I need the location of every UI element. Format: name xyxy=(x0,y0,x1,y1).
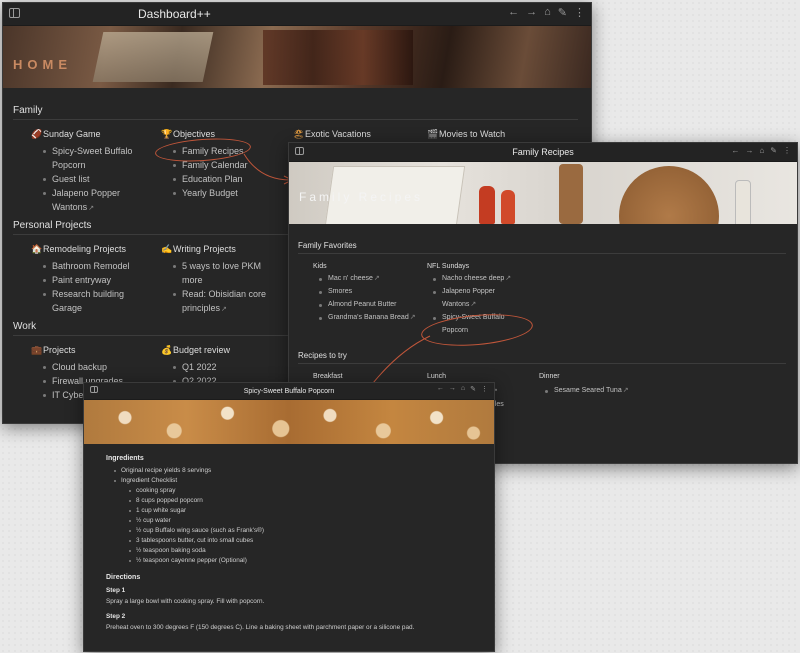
dashboard-titlebar: Dashboard++ ← → ⌂ ✎ ⋮ xyxy=(3,3,591,26)
more-icon[interactable]: ⋮ xyxy=(481,385,488,393)
list-item[interactable]: Spicy-Sweet Buffalo Popcorn xyxy=(43,144,141,172)
recipe-content: Ingredients Original recipe yields 8 ser… xyxy=(106,449,486,639)
beach-icon: 🏖 xyxy=(293,129,305,139)
column-heading: Remodeling Projects xyxy=(43,244,127,254)
list-item[interactable]: Jalapeno Popper Wantons↗ xyxy=(43,186,141,216)
column-heading: Exotic Vacations xyxy=(305,129,371,139)
column-heading: Objectives xyxy=(173,129,216,139)
column-heading: Kids xyxy=(313,263,327,270)
step2-text: Preheat oven to 300 degrees F (150 degre… xyxy=(106,624,415,631)
toolbar: ← → ⌂ ✎ ⋮ xyxy=(731,146,791,155)
film-icon: 🎬 xyxy=(427,129,439,139)
more-icon[interactable]: ⋮ xyxy=(574,6,585,19)
writing-hand-icon: ✍ xyxy=(161,244,173,254)
edit-icon[interactable]: ✎ xyxy=(558,6,567,19)
column-heading: Dinner xyxy=(539,373,560,380)
list-item[interactable]: Smores xyxy=(319,285,423,298)
forward-arrow-icon[interactable]: → xyxy=(745,146,753,155)
external-link-icon: ↗ xyxy=(88,205,95,212)
toolbar: ← → ⌂ ✎ ⋮ xyxy=(437,385,488,393)
column-remodeling: 🏠Remodeling Projects Bathroom Remodel Pa… xyxy=(31,244,151,315)
column-dinner: Dinner Sesame Seared Tuna↗ xyxy=(539,373,659,397)
step1-heading: Step 1 xyxy=(106,587,126,594)
banner-title: HOME xyxy=(13,57,72,72)
ingredient-item[interactable]: ½ cup water xyxy=(129,516,486,526)
list-item[interactable]: Guest list xyxy=(43,172,141,186)
recipes-banner: Family Recipes xyxy=(289,162,797,224)
popcorn-banner xyxy=(84,400,494,444)
external-link-icon: ↗ xyxy=(622,387,629,394)
list-item[interactable]: Cloud backup xyxy=(43,360,151,374)
edit-icon[interactable]: ✎ xyxy=(470,385,476,393)
column-kids: Kids Mac n' cheese↗ Smores Almond Peanut… xyxy=(313,263,423,324)
list-item[interactable]: 5 ways to love PKM more xyxy=(173,259,281,287)
column-heading: Sunday Game xyxy=(43,129,101,139)
back-arrow-icon[interactable]: ← xyxy=(731,146,739,155)
ingredient-item[interactable]: 3 tablespoons butter, cut into small cub… xyxy=(129,536,486,546)
ingredients-heading: Ingredients xyxy=(106,455,144,462)
list-item: Original recipe yields 8 servings xyxy=(114,466,486,476)
external-link-icon: ↗ xyxy=(409,314,416,321)
ingredient-item[interactable]: 1 cup white sugar xyxy=(129,506,486,516)
ingredient-item[interactable]: 8 cups popped popcorn xyxy=(129,496,486,506)
external-link-icon: ↗ xyxy=(373,275,380,282)
column-heading: Movies to Watch xyxy=(439,129,506,139)
column-sunday-game: 🏈Sunday Game Spicy-Sweet Buffalo Popcorn… xyxy=(31,129,141,216)
list-item[interactable]: Research building Garage xyxy=(43,287,151,315)
external-link-icon: ↗ xyxy=(470,301,477,308)
list-item[interactable]: Grandma's Banana Bread↗ xyxy=(319,311,423,324)
list-item[interactable]: Sesame Seared Tuna↗ xyxy=(545,384,659,397)
list-item[interactable]: Nacho cheese deep↗ xyxy=(433,272,527,285)
back-arrow-icon[interactable]: ← xyxy=(508,6,519,19)
column-heading: Budget review xyxy=(173,345,231,355)
football-icon: 🏈 xyxy=(31,129,43,139)
forward-arrow-icon[interactable]: → xyxy=(449,385,456,393)
list-item[interactable]: Almond Peanut Butter xyxy=(319,298,423,311)
list-item[interactable]: Q1 2022 xyxy=(173,360,281,374)
list-item[interactable]: Read: Obisidian core principles↗ xyxy=(173,287,281,317)
list-item[interactable]: Mac n' cheese↗ xyxy=(319,272,423,285)
ingredient-item[interactable]: ½ teaspoon cayenne pepper (Optional) xyxy=(129,556,486,566)
window-title: Spicy-Sweet Buffalo Popcorn xyxy=(243,387,335,395)
directions-heading: Directions xyxy=(106,574,141,581)
column-heading: Projects xyxy=(43,345,76,355)
popcorn-recipe-window: Spicy-Sweet Buffalo Popcorn ← → ⌂ ✎ ⋮ In… xyxy=(83,382,495,652)
sidebar-toggle-icon[interactable] xyxy=(9,8,20,18)
external-link-icon: ↗ xyxy=(221,306,227,313)
step1-text: Spray a large bowl with cooking spray. F… xyxy=(106,598,265,605)
more-icon[interactable]: ⋮ xyxy=(783,146,791,155)
column-writing: ✍Writing Projects 5 ways to love PKM mor… xyxy=(161,244,281,317)
back-arrow-icon[interactable]: ← xyxy=(437,385,444,393)
briefcase-icon: 💼 xyxy=(31,345,43,355)
ingredient-item[interactable]: ½ teaspoon baking soda xyxy=(129,546,486,556)
external-link-icon: ↗ xyxy=(505,275,512,282)
column-heading: NFL Sundays xyxy=(427,263,470,270)
home-icon[interactable]: ⌂ xyxy=(759,146,764,155)
step2-heading: Step 2 xyxy=(106,613,126,620)
edit-icon[interactable]: ✎ xyxy=(770,146,777,155)
trophy-icon: 🏆 xyxy=(161,129,173,139)
money-bag-icon: 💰 xyxy=(161,345,173,355)
ingredient-item[interactable]: ½ cup Buffalo wing sauce (such as Frank'… xyxy=(129,526,486,536)
column-heading: Lunch xyxy=(427,373,447,380)
section-family: Family xyxy=(13,105,578,120)
forward-arrow-icon[interactable]: → xyxy=(526,6,537,19)
home-banner: HOME xyxy=(3,26,591,88)
list-item[interactable]: Jalapeno Popper Wantons↗ xyxy=(433,285,527,311)
column-heading: Writing Projects xyxy=(173,244,236,254)
ingredient-item[interactable]: cooking spray xyxy=(129,486,486,496)
house-icon: 🏠 xyxy=(31,244,43,254)
window-title: Family Recipes xyxy=(512,147,574,157)
home-icon[interactable]: ⌂ xyxy=(544,6,551,19)
list-item[interactable]: Bathroom Remodel xyxy=(43,259,151,273)
banner-title: Family Recipes xyxy=(299,190,424,204)
home-icon[interactable]: ⌂ xyxy=(461,385,465,393)
family-recipes-titlebar: Family Recipes ← → ⌂ ✎ ⋮ xyxy=(289,143,797,162)
popcorn-titlebar: Spicy-Sweet Buffalo Popcorn ← → ⌂ ✎ ⋮ xyxy=(84,383,494,400)
list-item[interactable]: Paint entryway xyxy=(43,273,151,287)
toolbar: ← → ⌂ ✎ ⋮ xyxy=(508,6,585,19)
section-family-favorites: Family Favorites xyxy=(298,241,786,254)
list-item: Ingredient Checklist cooking spray 8 cup… xyxy=(114,476,486,566)
